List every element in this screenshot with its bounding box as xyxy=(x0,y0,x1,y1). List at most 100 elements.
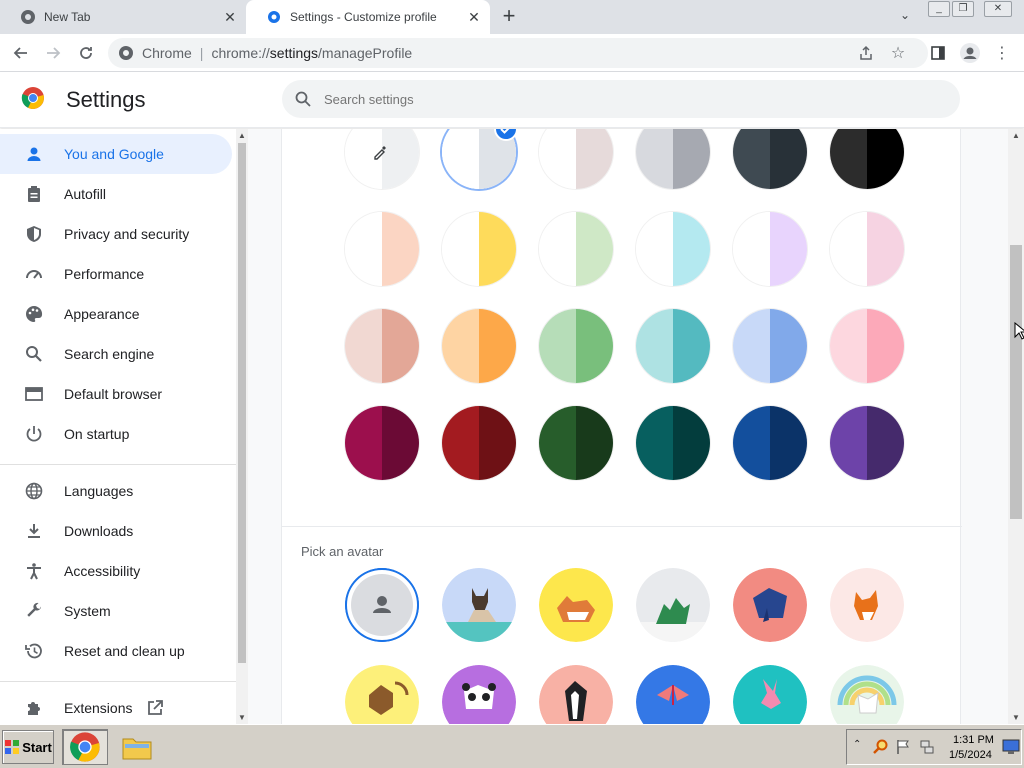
theme-color-swatch[interactable] xyxy=(830,129,904,189)
tab-close-icon[interactable]: ✕ xyxy=(222,9,238,25)
search-settings-box[interactable] xyxy=(282,80,960,118)
theme-color-swatch[interactable] xyxy=(830,309,904,383)
sidebar-item-accessibility[interactable]: Accessibility xyxy=(0,551,232,591)
theme-color-swatch[interactable] xyxy=(733,212,807,286)
avatar-rabbit[interactable] xyxy=(733,665,807,724)
sidebar-item-appearance[interactable]: Appearance xyxy=(0,294,232,334)
flag-icon[interactable] xyxy=(895,739,911,755)
minimize-button[interactable]: _ xyxy=(928,1,950,17)
sidebar-item-performance[interactable]: Performance xyxy=(0,254,232,294)
theme-color-swatch[interactable] xyxy=(442,406,516,480)
theme-color-swatch[interactable] xyxy=(539,129,613,189)
theme-color-swatch[interactable] xyxy=(539,406,613,480)
theme-color-swatch[interactable] xyxy=(539,309,613,383)
avatar-cat[interactable] xyxy=(442,568,516,642)
chrome-logo-icon xyxy=(70,732,100,762)
theme-color-swatch[interactable] xyxy=(830,212,904,286)
bookmark-star-icon[interactable]: ☆ xyxy=(886,41,910,65)
back-arrow-icon[interactable] xyxy=(9,41,33,65)
theme-color-swatch[interactable] xyxy=(733,309,807,383)
theme-color-swatch[interactable] xyxy=(345,309,419,383)
avatar-fox[interactable] xyxy=(830,568,904,642)
start-button[interactable]: Start xyxy=(2,730,54,764)
taskbar-file-explorer-button[interactable] xyxy=(114,729,160,765)
main-scroll-thumb[interactable] xyxy=(1010,245,1022,519)
theme-color-swatch[interactable] xyxy=(636,129,710,189)
sidebar-item-reset[interactable]: Reset and clean up xyxy=(0,631,232,671)
theme-color-swatch[interactable] xyxy=(539,212,613,286)
sidebar-item-privacy[interactable]: Privacy and security xyxy=(0,214,232,254)
sidebar-item-default-browser[interactable]: Default browser xyxy=(0,374,232,414)
tab-close-icon[interactable]: ✕ xyxy=(466,9,482,25)
windows-taskbar: Start ⌃ 1:31 PM 1/5/2024 xyxy=(0,724,1024,768)
new-tab-button[interactable]: + xyxy=(498,5,520,28)
maximize-button[interactable]: ❐ xyxy=(952,1,974,17)
clock-time: 1:31 PM xyxy=(953,734,994,746)
sidebar-item-downloads[interactable]: Downloads xyxy=(0,511,232,551)
scroll-down-arrow-icon[interactable]: ▼ xyxy=(1012,713,1020,722)
sidebar-item-languages[interactable]: Languages xyxy=(0,471,232,511)
avatar-elephant[interactable] xyxy=(733,568,807,642)
theme-color-swatch[interactable] xyxy=(345,212,419,286)
sidebar-item-label: You and Google xyxy=(64,146,164,162)
scroll-up-arrow-icon[interactable]: ▲ xyxy=(238,131,246,140)
theme-color-swatch[interactable] xyxy=(345,406,419,480)
search-icon xyxy=(294,90,312,108)
share-icon[interactable] xyxy=(854,41,878,65)
avatar-penguin[interactable] xyxy=(539,665,613,724)
power-icon xyxy=(24,424,44,444)
avatar-monkey[interactable] xyxy=(345,665,419,724)
theme-color-swatch[interactable] xyxy=(636,406,710,480)
theme-color-swatch[interactable] xyxy=(442,309,516,383)
magnifier-icon[interactable] xyxy=(873,739,889,755)
forward-arrow-icon[interactable] xyxy=(41,41,65,65)
sidebar-item-on-startup[interactable]: On startup xyxy=(0,414,232,454)
sidebar-item-extensions[interactable]: Extensions xyxy=(0,688,232,724)
tab-settings[interactable]: Settings - Customize profile ✕ xyxy=(246,0,490,34)
windows-logo-icon xyxy=(4,739,20,755)
tab-search-chevron-icon[interactable]: ⌄ xyxy=(896,8,914,26)
shield-icon xyxy=(24,224,44,244)
theme-color-swatch[interactable] xyxy=(636,309,710,383)
sidebar-item-you-and-google[interactable]: You and Google xyxy=(0,134,232,174)
avatar-butterfly[interactable] xyxy=(636,665,710,724)
close-window-button[interactable]: ✕ xyxy=(984,1,1012,17)
theme-color-swatch[interactable] xyxy=(442,212,516,286)
avatar-dragon[interactable] xyxy=(636,568,710,642)
chrome-favicon-icon xyxy=(20,9,36,25)
sidebar-item-autofill[interactable]: Autofill xyxy=(0,174,232,214)
avatar-corgi[interactable] xyxy=(539,568,613,642)
puzzle-icon xyxy=(24,698,44,718)
chrome-site-icon xyxy=(118,45,134,61)
avatar-default-person[interactable] xyxy=(345,568,419,642)
custom-color-swatch[interactable] xyxy=(345,129,419,189)
scroll-down-arrow-icon[interactable]: ▼ xyxy=(238,713,246,722)
avatar-panda[interactable] xyxy=(442,665,516,724)
theme-color-swatch[interactable] xyxy=(733,406,807,480)
search-input[interactable] xyxy=(324,91,924,107)
scroll-up-arrow-icon[interactable]: ▲ xyxy=(1012,131,1020,140)
kebab-menu-icon[interactable]: ⋮ xyxy=(990,41,1014,65)
sidebar-item-system[interactable]: System xyxy=(0,591,232,631)
avatar-unicorn[interactable] xyxy=(830,665,904,724)
tray-expand-chevron-icon[interactable]: ⌃ xyxy=(853,739,861,750)
main-scrollbar[interactable]: ▲ ▼ xyxy=(1008,129,1024,724)
customize-profile-card: Pick an avatar xyxy=(281,129,962,724)
main-content: Pick an avatar xyxy=(248,129,1008,724)
address-bar[interactable]: Chrome | chrome://settings/manageProfile xyxy=(108,38,928,68)
folder-icon xyxy=(122,738,152,760)
sidebar-item-search-engine[interactable]: Search engine xyxy=(0,334,232,374)
side-panel-icon[interactable] xyxy=(926,41,950,65)
tab-new-tab[interactable]: New Tab ✕ xyxy=(0,0,246,34)
theme-color-swatch[interactable] xyxy=(830,406,904,480)
theme-color-swatch[interactable] xyxy=(733,129,807,189)
profile-avatar-icon[interactable] xyxy=(958,41,982,65)
show-desktop-icon[interactable] xyxy=(1002,739,1020,755)
network-icon[interactable] xyxy=(919,739,935,755)
sidebar-scrollbar[interactable]: ▲ ▼ xyxy=(236,129,248,724)
sidebar-scroll-thumb[interactable] xyxy=(238,143,246,663)
external-link-icon xyxy=(146,699,164,717)
reload-icon[interactable] xyxy=(74,41,98,65)
taskbar-chrome-button[interactable] xyxy=(62,729,108,765)
theme-color-swatch[interactable] xyxy=(636,212,710,286)
